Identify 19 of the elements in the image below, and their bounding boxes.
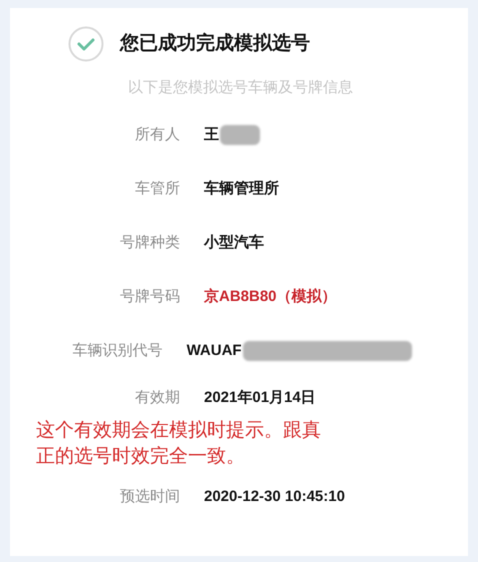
field-value: 王 — [204, 124, 219, 145]
field-label: 号牌种类 — [120, 232, 180, 253]
field-label: 车辆识别代号 — [72, 340, 163, 361]
redaction-blur — [220, 125, 260, 145]
annotation-note: 这个有效期会在模拟时提示。跟真正的选号时效完全一致。 — [36, 420, 321, 467]
field-label: 所有人 — [135, 124, 180, 145]
field-label: 车管所 — [135, 178, 180, 199]
field-value: 2020-12-30 10:45:10 — [204, 486, 345, 507]
field-label: 预选时间 — [120, 486, 180, 507]
subtitle: 以下是您模拟选号车辆及号牌信息 — [128, 79, 353, 96]
field-value: 小型汽车 — [204, 232, 264, 253]
success-title: 您已成功完成模拟选号 — [120, 32, 310, 56]
field-value: 2021年01月14日 — [204, 388, 316, 408]
field-label: 号牌号码 — [120, 286, 180, 307]
field-value: WAUAF — [186, 340, 242, 361]
field-label: 有效期 — [135, 388, 180, 408]
field-value: 京AB8B80（模拟） — [204, 286, 337, 307]
field-value: 车辆管理所 — [204, 178, 279, 199]
check-circle-icon — [68, 26, 104, 62]
